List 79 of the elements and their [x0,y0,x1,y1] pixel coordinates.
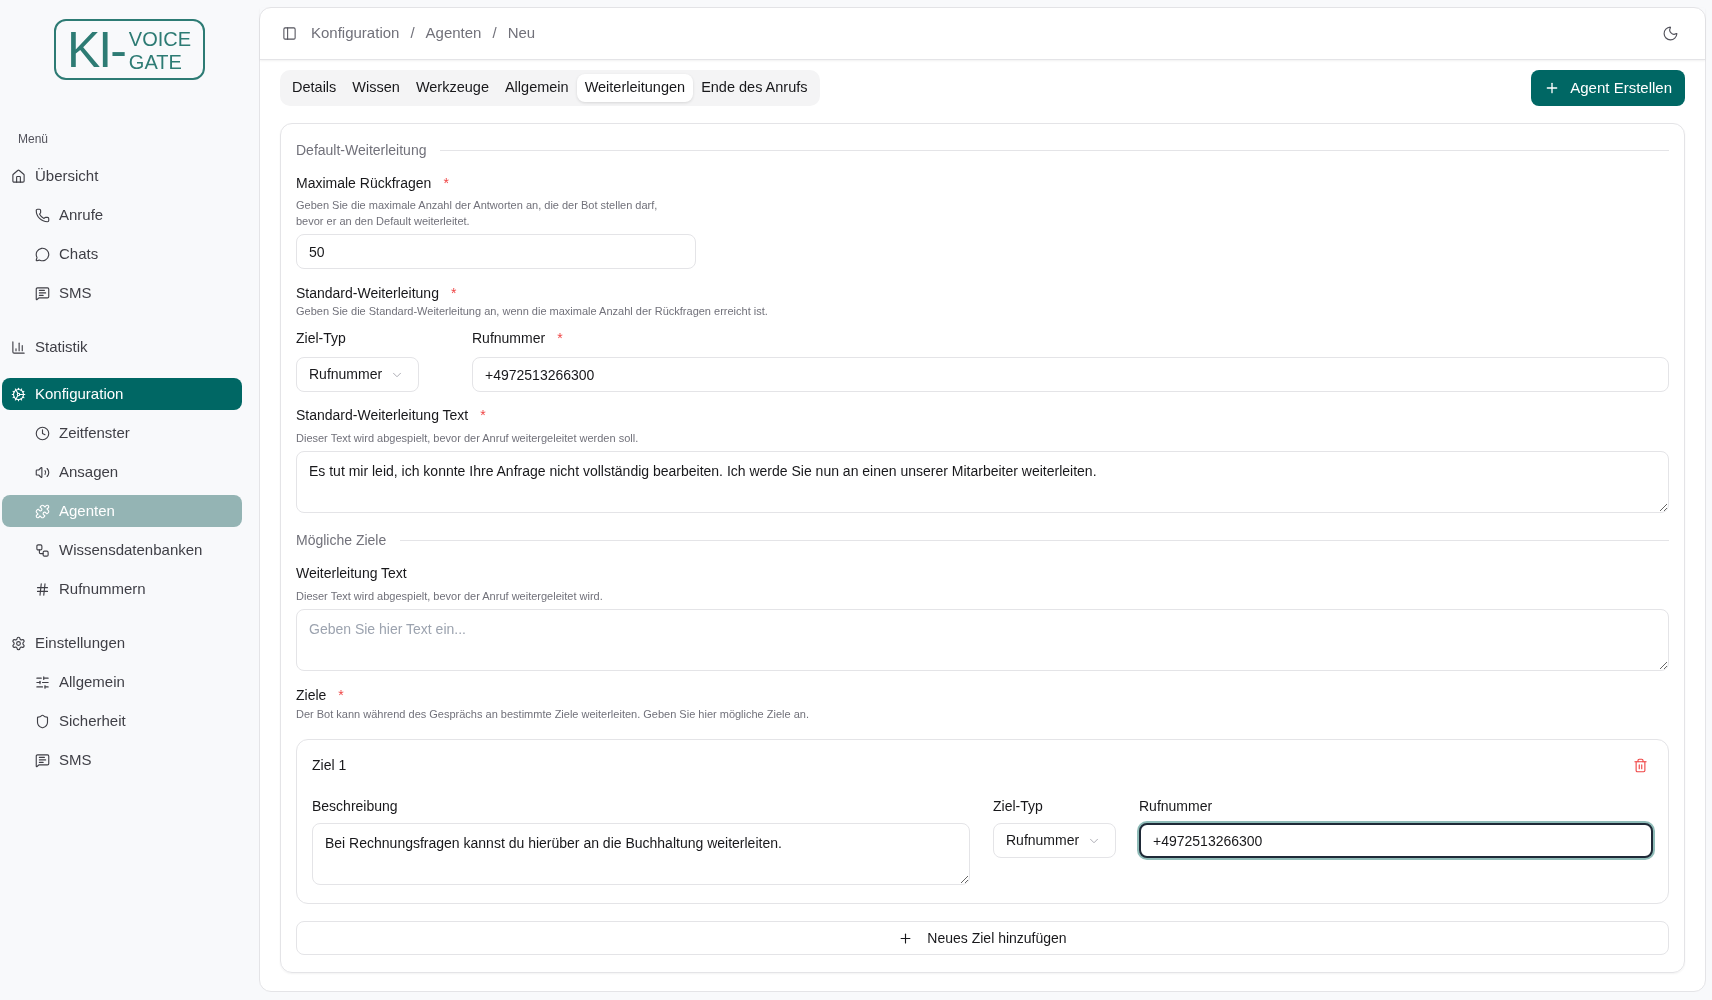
field-label: Maximale Rückfragen [296,174,432,193]
hash-icon [35,581,50,597]
sidebar-item[interactable]: Rufnummern [2,573,242,605]
field-label: Ziel-Typ [296,329,346,348]
field-label: Rufnummer [472,329,546,348]
logo-text: GATE [128,50,183,73]
breadcrumb-link[interactable]: Agenten [425,22,482,45]
field-description: Geben Sie die maximale Anzahl der Antworten an, die der Bot stellen darf, bevor er an den Default weiterleitet. [296,198,659,229]
field-label: Weiterleitung Text [296,564,407,583]
field-description: Dieser Text wird abgespielt, bevor der Anruf weitergeleitet wird. [296,589,604,604]
tab[interactable]: Weiterleitungen [576,74,694,102]
moon-icon[interactable] [1662,25,1679,42]
sidebar-toggle-icon[interactable] [282,26,297,41]
phone-icon [35,207,50,223]
settings-icon [11,635,26,651]
text-area[interactable]: Geben Sie hier Text ein... [296,609,1669,671]
required-mark: * [450,284,457,303]
sidebar-item[interactable]: Chats [2,238,242,270]
breadcrumb-separator: / [410,23,415,44]
tab[interactable]: Wissen [344,74,408,102]
breadcrumb-link[interactable]: Konfiguration [311,22,400,45]
sidebar-item[interactable]: Einstellungen [2,627,242,659]
sidebar-item[interactable]: Zeitfenster [2,417,242,449]
sidebar-item[interactable]: Ansagen [2,456,242,488]
workflow-icon [35,542,50,558]
text-area[interactable]: Bei Rechnungsfragen kannst du hierüber an die Buchhaltung weiterleiten. [312,823,970,885]
sidebar-item[interactable]: Allgemein [2,666,242,698]
add-target-button[interactable]: Neues Ziel hinzufügen [296,921,1669,955]
clock-icon [35,425,50,441]
field-label: Rufnummer [1139,797,1213,816]
sidebar-item[interactable]: Statistik [2,331,242,363]
shield-icon [35,713,50,729]
sidebar-item[interactable]: SMS [2,744,242,776]
tab[interactable]: Details [284,74,345,102]
house-icon [11,168,26,184]
speaker-icon [35,464,50,480]
sidebar-item[interactable]: SMS [2,277,242,309]
field-description: Dieser Text wird abgespielt, bevor der Anruf weitergeleitet werden soll. [296,431,640,446]
dropdown[interactable]: Rufnummer [296,357,419,392]
sidebar-item[interactable]: Anrufe [2,199,242,231]
chat-bubble-icon [35,246,50,262]
field-label: Ziele [296,686,327,705]
required-mark: * [443,174,449,193]
tab[interactable]: Werkzeuge [407,74,497,102]
field-label: Ziel-Typ [993,797,1043,816]
field-label: Standard-Weiterleitung [296,284,439,303]
sidebar-item[interactable]: Konfiguration [2,378,242,410]
menu-heading: Menü [18,131,49,147]
section-title: Default-Weiterleitung [296,140,427,160]
create-agent-button[interactable]: Agent Erstellen [1531,70,1685,106]
field-description: Der Bot kann während des Gesprächs an bestimmte Ziele weiterleiten. Geben Sie hier mögliche Ziele an. [296,707,810,722]
sidebar-item[interactable]: Sicherheit [2,705,242,737]
sidebar-item[interactable]: Übersicht [2,160,242,192]
input-field[interactable]: 50 [296,234,696,269]
input-field[interactable]: +4972513266300 [472,357,1669,392]
field-label: Standard-Weiterleitung Text [296,406,469,425]
text-area[interactable]: Es tut mir leid, ich konnte Ihre Anfrage nicht vollständig bearbeiten. Ich werde Sie nun an einen unserer Mitarbeiter weiterleiten. [296,451,1669,513]
field-description: Geben Sie die Standard-Weiterleitung an, wenn die maximale Anzahl der Rückfragen erreicht ist. [296,304,769,319]
plus-icon [898,930,914,946]
bar-chart-icon [11,339,26,355]
sidebar-item[interactable]: Wissensdatenbanken [2,534,242,566]
logo-text: VOICE [128,26,192,51]
breadcrumb-link[interactable]: Neu [507,22,536,45]
input-field[interactable]: +4972513266300 [1139,823,1653,858]
sliders-icon [35,674,50,690]
tab[interactable]: Ende des Anrufs [693,74,816,102]
required-mark: * [480,406,486,425]
breadcrumb-separator: / [492,23,497,44]
field-label: Beschreibung [312,797,398,816]
logo-text: KI- [66,24,125,75]
section-title: Mögliche Ziele [296,530,387,550]
required-mark: * [557,329,563,348]
cog-icon [11,386,26,402]
trash-icon[interactable] [1633,757,1648,773]
tab[interactable]: Allgemein [496,74,577,102]
target-title: Ziel 1 [312,756,347,775]
dropdown[interactable]: Rufnummer [993,823,1116,858]
puzzle-icon [35,503,50,519]
required-mark: * [338,686,344,705]
